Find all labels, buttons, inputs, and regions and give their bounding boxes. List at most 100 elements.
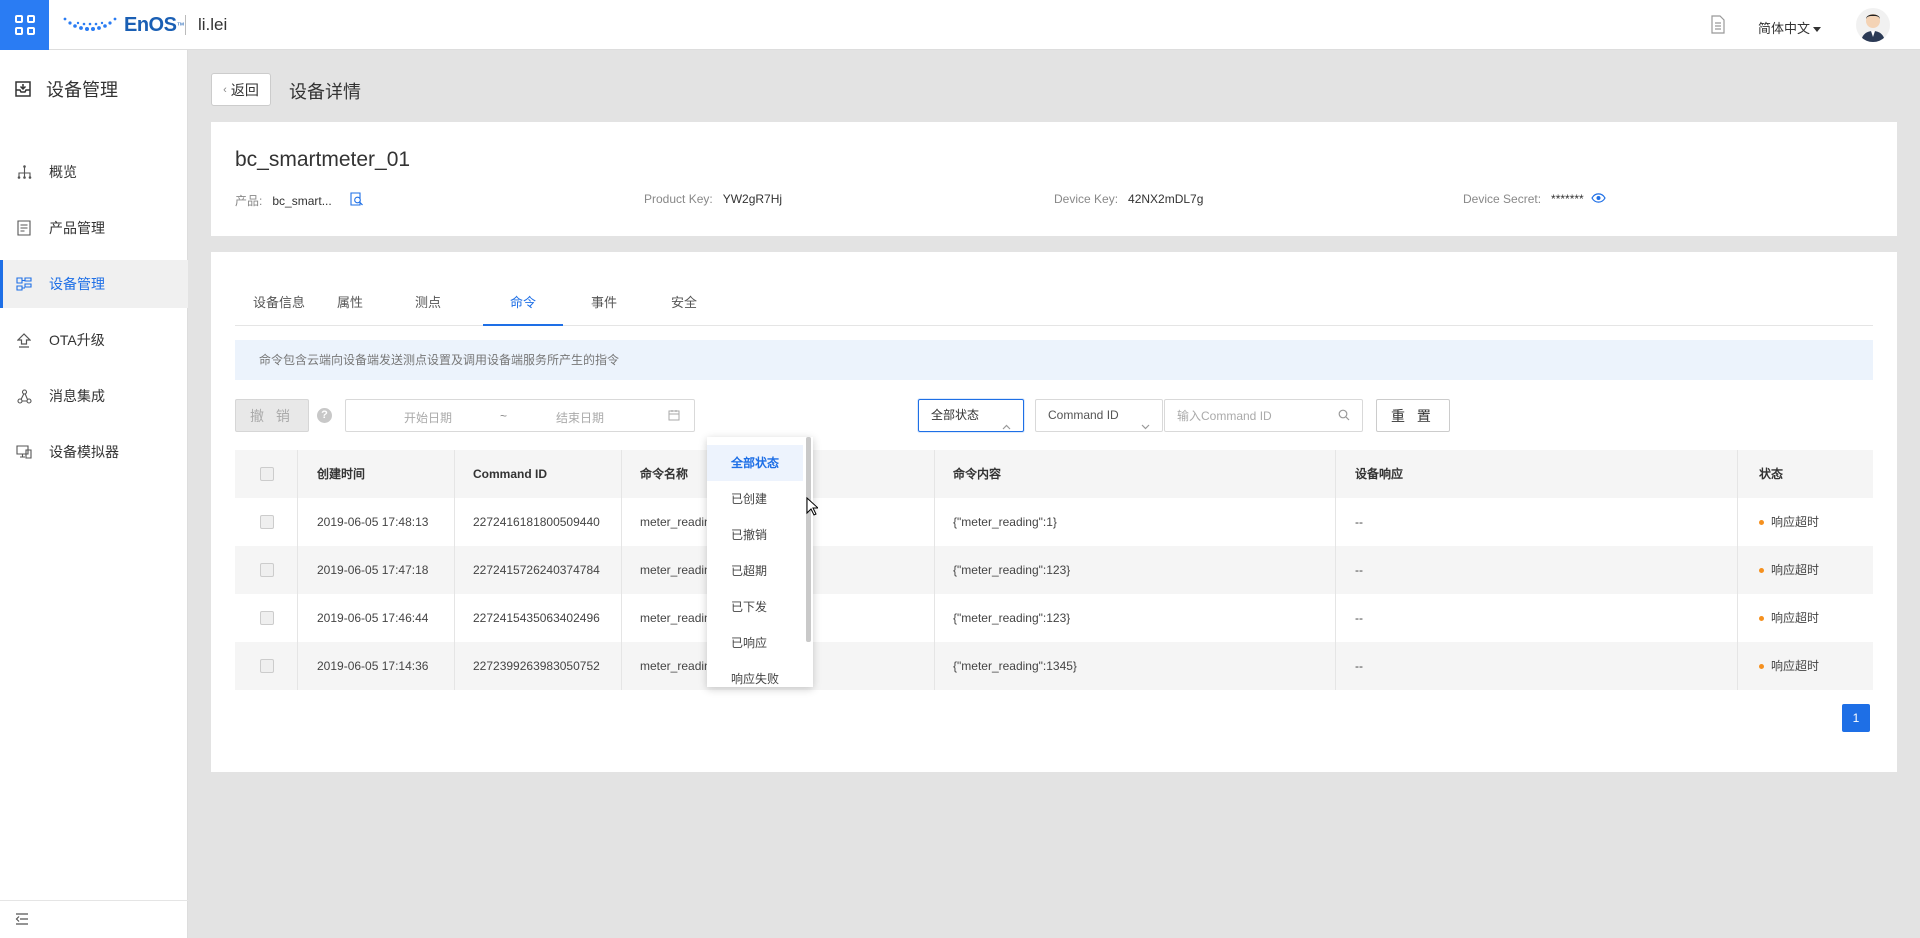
status-option-revoked[interactable]: 已撤销 bbox=[707, 517, 803, 553]
command-content: {"meter_reading":1345} bbox=[953, 659, 1077, 673]
simulator-icon bbox=[16, 444, 32, 460]
column-header: Command ID bbox=[473, 467, 548, 481]
detail-tabs: 设备信息 属性 测点 命令 事件 安全 bbox=[235, 280, 1873, 326]
command-field-select[interactable]: Command ID bbox=[1035, 399, 1163, 432]
device-secret-value: ******* bbox=[1551, 192, 1584, 206]
row-checkbox[interactable] bbox=[260, 563, 274, 577]
search-icon[interactable] bbox=[1338, 409, 1350, 424]
show-secret-eye-icon[interactable] bbox=[1591, 192, 1606, 206]
sitemap-icon bbox=[16, 164, 32, 180]
back-button[interactable]: ‹ 返回 bbox=[211, 73, 271, 106]
sidebar-item-label: 设备模拟器 bbox=[49, 444, 119, 460]
status-cell: 响应超时 bbox=[1759, 594, 1819, 642]
device-secret-label: Device Secret: bbox=[1463, 192, 1542, 206]
product-value: bc_smart... bbox=[272, 193, 332, 208]
column-header: 命令名称 bbox=[640, 467, 689, 481]
status-dropdown-menu: 全部状态 已创建 已撤销 已超期 已下发 已响应 响应失败 bbox=[707, 437, 813, 687]
sidebar-collapse-button[interactable] bbox=[0, 900, 188, 938]
language-selector[interactable]: 简体中文 bbox=[1758, 18, 1822, 37]
column-header: 设备响应 bbox=[1355, 467, 1404, 481]
sidebar-item-label: 设备管理 bbox=[49, 276, 105, 292]
status-select[interactable]: 全部状态 bbox=[918, 399, 1024, 432]
device-key-field: Device Key: 42NX2mDL7g bbox=[1054, 192, 1203, 206]
table-row: 2019-06-05 17:48:13 2272416181800509440 … bbox=[235, 498, 1873, 546]
column-header: 命令内容 bbox=[953, 467, 1002, 481]
row-checkbox[interactable] bbox=[260, 611, 274, 625]
language-label: 简体中文 bbox=[1758, 21, 1811, 36]
sidebar-item-devices[interactable]: 设备管理 bbox=[0, 260, 188, 308]
reset-button[interactable]: 重 置 bbox=[1376, 399, 1450, 432]
tab-security[interactable]: 安全 bbox=[649, 280, 719, 326]
top-header: EnOS ™ li.lei 简体中文 bbox=[0, 0, 1920, 50]
logo-trademark: ™ bbox=[176, 20, 185, 30]
chevron-down-icon bbox=[1141, 411, 1150, 442]
table-row: 2019-06-05 17:47:18 2272415726240374784 … bbox=[235, 546, 1873, 594]
back-label: 返回 bbox=[230, 81, 259, 98]
device-name: bc_smartmeter_01 bbox=[235, 148, 411, 171]
command-id: 2272415726240374784 bbox=[473, 563, 600, 577]
sidebar-item-label: 消息集成 bbox=[49, 388, 105, 404]
sidebar-item-products[interactable]: 产品管理 bbox=[0, 204, 188, 252]
status-select-value: 全部状态 bbox=[931, 408, 980, 422]
chevron-up-icon bbox=[1002, 411, 1011, 442]
status-option-all[interactable]: 全部状态 bbox=[707, 445, 803, 481]
sidebar-item-ota[interactable]: OTA升级 bbox=[0, 316, 188, 364]
date-range-picker[interactable]: 开始日期 ~ 结束日期 bbox=[345, 399, 695, 432]
command-id: 2272399263983050752 bbox=[473, 659, 600, 673]
status-option-expired[interactable]: 已超期 bbox=[707, 553, 803, 589]
help-icon[interactable]: ? bbox=[317, 408, 332, 423]
row-checkbox[interactable] bbox=[260, 515, 274, 529]
column-header: 状态 bbox=[1759, 467, 1784, 481]
avatar[interactable] bbox=[1856, 8, 1890, 42]
cancel-command-button[interactable]: 撤 销 bbox=[235, 399, 309, 432]
sidebar-item-label: 概览 bbox=[49, 164, 77, 180]
sidebar-item-integration[interactable]: 消息集成 bbox=[0, 372, 188, 420]
apps-menu-button[interactable] bbox=[0, 0, 49, 50]
end-date-placeholder: 结束日期 bbox=[556, 411, 605, 425]
info-banner: 命令包含云端向设备端发送测点设置及调用设备端服务所产生的指令 bbox=[235, 340, 1873, 380]
tab-measurepoints[interactable]: 测点 bbox=[393, 280, 463, 326]
pagination-page-1[interactable]: 1 bbox=[1842, 704, 1870, 732]
device-key-label: Device Key: bbox=[1054, 192, 1119, 206]
sidebar-item-simulator[interactable]: 设备模拟器 bbox=[0, 428, 188, 476]
status-option-failed[interactable]: 响应失败 bbox=[707, 661, 803, 687]
enos-logo[interactable]: EnOS ™ bbox=[62, 14, 184, 36]
view-product-icon[interactable] bbox=[350, 192, 364, 209]
sidebar: 设备管理 概览 产品管理 设备管理 OTA升级 消息集成 设备模拟器 bbox=[0, 50, 188, 938]
status-option-created[interactable]: 已创建 bbox=[707, 481, 803, 517]
caret-down-icon bbox=[1813, 27, 1822, 33]
page-title: 设备详情 bbox=[289, 82, 361, 102]
dropdown-scrollbar[interactable] bbox=[806, 437, 811, 642]
logo-text: EnOS bbox=[124, 13, 177, 36]
select-all-checkbox[interactable] bbox=[260, 467, 274, 481]
command-panel: 设备信息 属性 测点 命令 事件 安全 命令包含云端向设备端发送测点设置及调用设… bbox=[211, 252, 1897, 772]
tab-attributes[interactable]: 属性 bbox=[315, 280, 385, 326]
status-text: 响应超时 bbox=[1771, 611, 1820, 625]
tab-events[interactable]: 事件 bbox=[569, 280, 639, 326]
device-response: -- bbox=[1355, 563, 1363, 577]
command-id-input[interactable] bbox=[1164, 399, 1363, 432]
product-key-label: Product Key: bbox=[644, 192, 713, 206]
tab-commands[interactable]: 命令 bbox=[483, 280, 563, 326]
command-content: {"meter_reading":123} bbox=[953, 563, 1071, 577]
product-field: 产品: bc_smart... bbox=[235, 192, 364, 209]
chevron-left-icon: ‹ bbox=[223, 83, 227, 96]
status-cell: 响应超时 bbox=[1759, 498, 1819, 546]
status-cell: 响应超时 bbox=[1759, 642, 1819, 690]
product-key-value: YW2gR7Hj bbox=[722, 192, 783, 206]
org-username: li.lei bbox=[198, 15, 228, 34]
status-option-sent[interactable]: 已下发 bbox=[707, 589, 803, 625]
status-dot bbox=[1759, 568, 1764, 574]
status-dot bbox=[1759, 664, 1764, 670]
sidebar-item-overview[interactable]: 概览 bbox=[0, 148, 188, 196]
created-time: 2019-06-05 17:46:44 bbox=[317, 611, 429, 625]
table-row: 2019-06-05 17:14:36 2272399263983050752 … bbox=[235, 642, 1873, 690]
range-separator: ~ bbox=[500, 409, 508, 423]
logo-dots-icon bbox=[63, 17, 117, 31]
tab-device-info[interactable]: 设备信息 bbox=[235, 280, 323, 326]
document-icon[interactable] bbox=[1710, 15, 1726, 37]
collapse-menu-icon bbox=[15, 913, 28, 925]
status-option-responded[interactable]: 已响应 bbox=[707, 625, 803, 661]
row-checkbox[interactable] bbox=[260, 659, 274, 673]
product-key-field: Product Key: YW2gR7Hj bbox=[644, 192, 782, 206]
